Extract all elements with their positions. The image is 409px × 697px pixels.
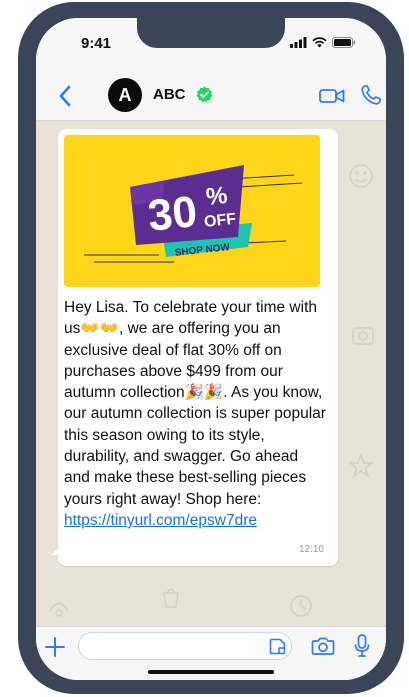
discount-banner-graphic: SHOP NOW 30 % OFF xyxy=(64,135,320,287)
phone-screen: 9:41 A ABC SHOP NOW 30 % OFF Hey Lisa. T… xyxy=(36,18,386,680)
message-timestamp: 12:10 xyxy=(298,544,324,555)
message-body: Hey Lisa. To celebrate your time with us… xyxy=(64,297,326,531)
contact-avatar[interactable]: A xyxy=(108,78,142,112)
back-chevron-icon[interactable] xyxy=(56,84,76,108)
wallpaper-doodle-icon xyxy=(352,327,374,345)
phone-frame: 9:41 A ABC SHOP NOW 30 % OFF Hey Lisa. T… xyxy=(18,2,404,694)
verified-badge-icon xyxy=(196,86,213,103)
wallpaper-doodle-icon xyxy=(163,588,179,608)
battery-icon xyxy=(332,37,356,48)
video-call-icon[interactable] xyxy=(319,87,345,105)
wallpaper-doodle-icon xyxy=(49,602,69,617)
wallpaper-doodle-icon xyxy=(349,164,373,188)
message-input-bar xyxy=(36,626,386,680)
wallpaper-doodle-icon xyxy=(347,452,375,478)
contact-name[interactable]: ABC xyxy=(153,86,186,103)
microphone-icon[interactable] xyxy=(354,634,370,658)
attach-plus-icon[interactable] xyxy=(44,636,66,658)
chat-header: A ABC xyxy=(36,70,386,121)
promo-percent-sign: % xyxy=(205,182,229,211)
promo-banner-image[interactable]: SHOP NOW 30 % OFF xyxy=(64,135,320,287)
message-link[interactable]: https://tinyurl.com/epsw7dre xyxy=(64,512,257,529)
message-input-field[interactable] xyxy=(78,632,292,660)
promo-off-label: OFF xyxy=(203,211,237,231)
chat-area[interactable]: SHOP NOW 30 % OFF Hey Lisa. To celebrate… xyxy=(36,121,386,626)
camera-icon[interactable] xyxy=(311,636,335,656)
sticker-icon[interactable] xyxy=(269,638,286,655)
status-icons xyxy=(290,37,356,48)
phone-call-icon[interactable] xyxy=(360,84,382,106)
promo-discount-number: 30 xyxy=(146,187,200,241)
home-indicator[interactable] xyxy=(148,670,274,674)
message-text: Hey Lisa. To celebrate your time with us… xyxy=(64,299,326,508)
wallpaper-doodle-icon xyxy=(290,595,312,617)
status-time: 9:41 xyxy=(81,35,112,52)
message-bubble[interactable]: SHOP NOW 30 % OFF Hey Lisa. To celebrate… xyxy=(58,129,338,566)
cellular-signal-icon xyxy=(290,37,307,48)
wifi-icon xyxy=(312,37,327,48)
phone-notch xyxy=(137,18,285,48)
